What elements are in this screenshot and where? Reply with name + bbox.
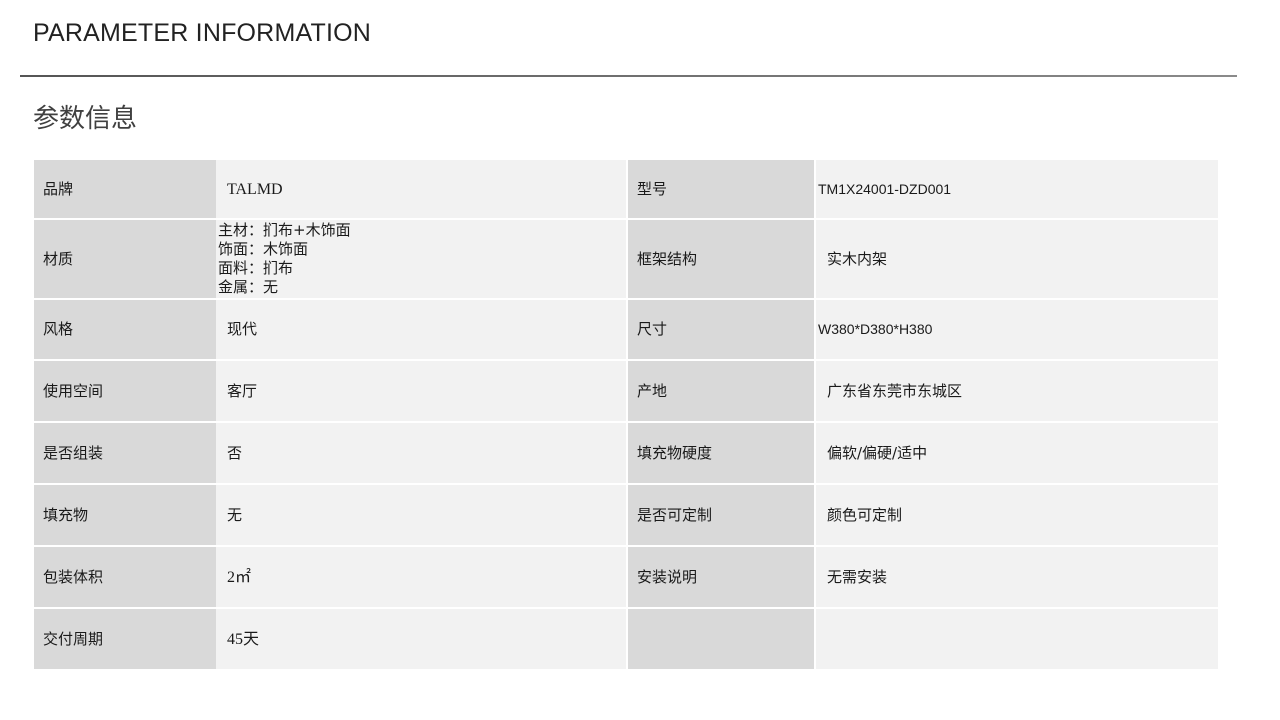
custom-label: 是否可定制 (628, 485, 814, 545)
volume-value: 2㎡ (216, 547, 626, 607)
frame-label: 框架结构 (628, 220, 814, 298)
parameter-table: 品牌 TALMD 型号 TM1X24001-DZD001 材质 主材：扪布+木饰… (34, 160, 1218, 669)
material-line: 饰面：木饰面 (218, 240, 309, 258)
material-label: 材质 (34, 220, 216, 298)
assembly-label: 是否组装 (34, 423, 216, 483)
style-label: 风格 (34, 300, 216, 359)
assembly-value: 否 (216, 423, 626, 483)
page-title-cn: 参数信息 (33, 104, 138, 134)
origin-value: 广东省东莞市东城区 (816, 361, 1218, 421)
hardness-value: 偏软/偏硬/适中 (816, 423, 1218, 483)
brand-value: TALMD (216, 160, 626, 218)
material-line: 金属：无 (218, 278, 279, 296)
style-value: 现代 (216, 300, 626, 359)
size-value: W380*D380*H380 (816, 300, 1218, 359)
install-value: 无需安装 (816, 547, 1218, 607)
material-line: 主材：扪布+木饰面 (218, 221, 351, 239)
frame-value: 实木内架 (816, 220, 1218, 298)
material-line: 面料：扪布 (218, 259, 294, 277)
origin-label: 产地 (628, 361, 814, 421)
hardness-label: 填充物硬度 (628, 423, 814, 483)
space-label: 使用空间 (34, 361, 216, 421)
page-title-en: PARAMETER INFORMATION (33, 19, 372, 47)
volume-label: 包装体积 (34, 547, 216, 607)
install-label: 安装说明 (628, 547, 814, 607)
space-value: 客厅 (216, 361, 626, 421)
delivery-value: 45天 (216, 609, 626, 669)
custom-value: 颜色可定制 (816, 485, 1218, 545)
delivery-label: 交付周期 (34, 609, 216, 669)
size-label: 尺寸 (628, 300, 814, 359)
empty-value-cell (816, 609, 1218, 669)
brand-label: 品牌 (34, 160, 216, 218)
model-label: 型号 (628, 160, 814, 218)
material-value: 主材：扪布+木饰面 饰面：木饰面 面料：扪布 金属：无 (216, 220, 626, 298)
empty-label-cell (628, 609, 814, 669)
filling-value: 无 (216, 485, 626, 545)
model-value: TM1X24001-DZD001 (816, 160, 1218, 218)
title-divider (20, 75, 1237, 77)
filling-label: 填充物 (34, 485, 216, 545)
